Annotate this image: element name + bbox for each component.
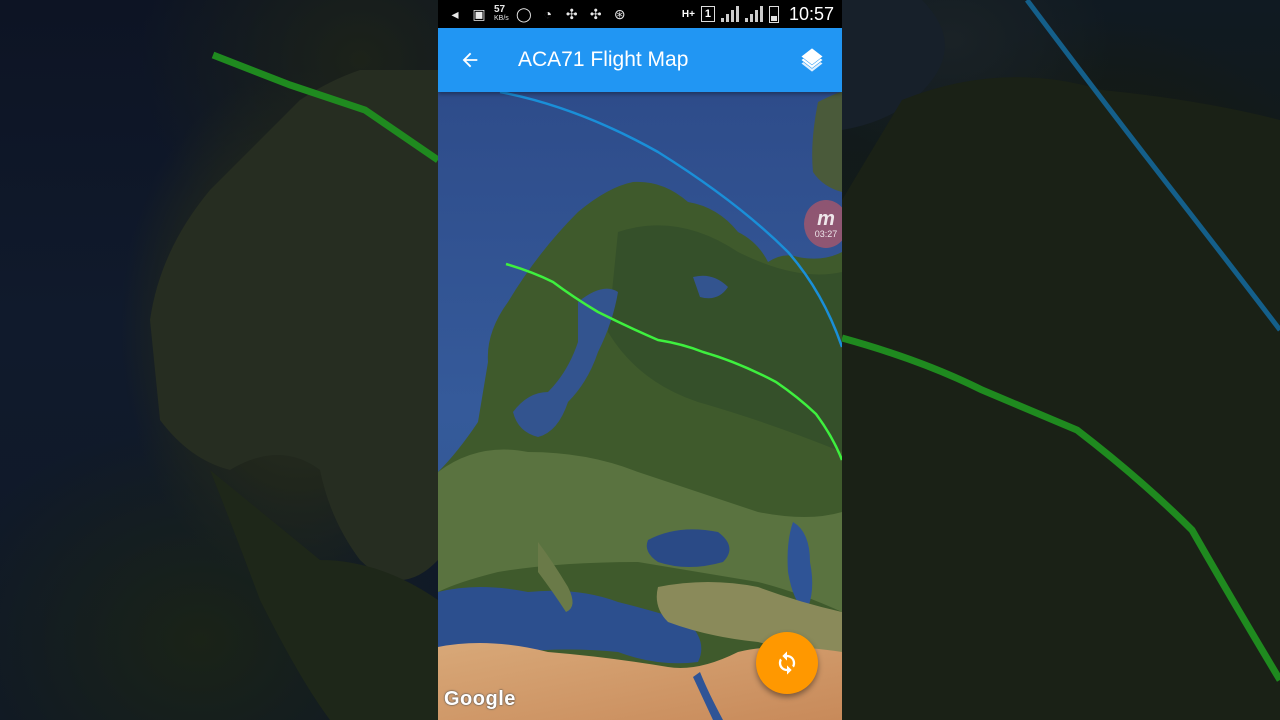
signal-icon	[744, 6, 763, 22]
background-right	[842, 0, 1280, 720]
phone-screen: ◂ ▣ 57 KB/s ◯ ◔ ✣ ✣ ⊛ H+ 1 10:57 ACA71 F…	[438, 0, 842, 720]
layers-icon	[801, 48, 823, 72]
football-icon: ⊛	[613, 5, 626, 22]
watermark-logo: m	[817, 208, 835, 230]
back-icon: ◂	[451, 5, 459, 22]
sim-slot: 1	[700, 6, 715, 22]
map-layers-button[interactable]	[782, 28, 842, 92]
clock: 10:57	[788, 3, 834, 24]
signal-icon	[720, 6, 739, 22]
page-title: ACA71 Flight Map	[518, 48, 689, 71]
back-button[interactable]	[438, 28, 502, 92]
arrow-left-icon	[462, 52, 478, 68]
net-speed: 57 KB/s	[494, 5, 509, 23]
net-speed-unit: KB/s	[494, 15, 509, 22]
net-speed-value: 57	[494, 4, 506, 15]
refresh-icon	[778, 651, 796, 675]
network-type: H+	[681, 8, 695, 20]
app-bar: ACA71 Flight Map	[438, 28, 842, 92]
pinwheel-icon: ✣	[565, 5, 578, 22]
gallery-icon: ▣	[472, 5, 486, 22]
pinwheel-icon: ✣	[589, 5, 602, 22]
status-bar: ◂ ▣ 57 KB/s ◯ ◔ ✣ ✣ ⊛ H+ 1 10:57	[438, 0, 842, 28]
flight-map[interactable]	[438, 92, 842, 720]
battery-icon	[768, 5, 779, 23]
google-logo: Google	[444, 688, 516, 710]
refresh-button[interactable]	[756, 632, 818, 694]
recorder-watermark: m 03:27	[804, 200, 842, 248]
background-left	[0, 0, 438, 720]
whatsapp-icon: ◯	[515, 5, 532, 22]
messenger-icon: ◔	[543, 6, 553, 22]
watermark-time: 03:27	[814, 229, 838, 239]
